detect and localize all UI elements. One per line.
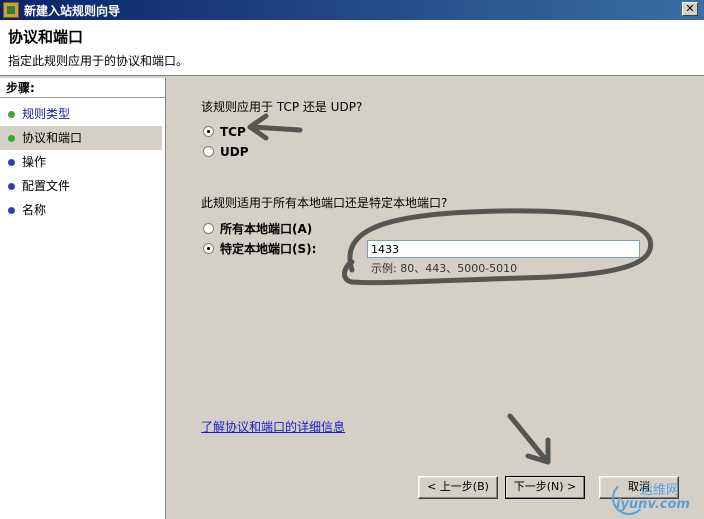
watermark-text-bottom: iyunv.com bbox=[616, 497, 690, 512]
step-current-dot-icon bbox=[8, 135, 15, 142]
sidebar-item-label: 操作 bbox=[22, 155, 47, 169]
specific-ports-radio[interactable] bbox=[203, 243, 214, 254]
sidebar-item-label: 配置文件 bbox=[22, 179, 71, 193]
sidebar-item-label: 协议和端口 bbox=[22, 131, 83, 145]
ports-example-hint: 示例: 80、443、5000-5010 bbox=[371, 262, 518, 275]
sidebar-item-rule-type[interactable]: 规则类型 bbox=[0, 102, 162, 126]
steps-sidebar: 步骤: 规则类型 协议和端口 操作 配置文件 名称 bbox=[0, 78, 166, 519]
udp-radio[interactable] bbox=[203, 146, 214, 157]
ports-question: 此规则适用于所有本地端口还是特定本地端口? bbox=[201, 196, 448, 210]
all-ports-radio-option[interactable]: 所有本地端口(A) bbox=[203, 221, 312, 237]
specific-ports-label: 特定本地端口(S): bbox=[220, 242, 317, 256]
next-arrow-shaft bbox=[507, 413, 549, 463]
page-description: 指定此规则应用于的协议和端口。 bbox=[8, 54, 189, 68]
watermark-logo: 运维网 iyunv.com bbox=[610, 479, 696, 517]
tcp-label: TCP bbox=[220, 125, 246, 139]
tcp-arrow-shaft bbox=[249, 124, 303, 133]
all-ports-label: 所有本地端口(A) bbox=[220, 222, 313, 236]
page-title: 协议和端口 bbox=[8, 28, 84, 46]
close-button[interactable]: ✕ bbox=[682, 2, 698, 16]
window-title: 新建入站规则向导 bbox=[24, 4, 121, 18]
udp-radio-option[interactable]: UDP bbox=[203, 144, 249, 160]
tcp-radio[interactable] bbox=[203, 126, 214, 137]
step-pending-dot-icon bbox=[8, 183, 15, 190]
udp-label: UDP bbox=[220, 145, 249, 159]
step-pending-dot-icon bbox=[8, 159, 15, 166]
next-button[interactable]: 下一步(N) > bbox=[505, 476, 585, 499]
firewall-icon bbox=[3, 2, 19, 18]
all-ports-radio[interactable] bbox=[203, 223, 214, 234]
protocol-question: 该规则应用于 TCP 还是 UDP? bbox=[201, 100, 363, 114]
watermark-text-top: 运维网 bbox=[640, 483, 680, 498]
specific-ports-radio-option[interactable]: 特定本地端口(S): bbox=[203, 241, 316, 257]
step-pending-dot-icon bbox=[8, 207, 15, 214]
back-button[interactable]: < 上一步(B) bbox=[418, 476, 498, 499]
sidebar-item-label: 名称 bbox=[22, 203, 47, 217]
steps-label: 步骤: bbox=[0, 78, 165, 98]
specific-ports-input[interactable] bbox=[367, 240, 640, 258]
next-arrow-head bbox=[525, 437, 551, 465]
title-bar: 新建入站规则向导 ✕ bbox=[0, 0, 704, 20]
sidebar-item-profile: 配置文件 bbox=[0, 174, 162, 198]
sidebar-item-name: 名称 bbox=[0, 198, 162, 222]
sidebar-item-action: 操作 bbox=[0, 150, 162, 174]
step-complete-dot-icon bbox=[8, 111, 15, 118]
wizard-header: 协议和端口 指定此规则应用于的协议和端口。 bbox=[0, 20, 704, 76]
sidebar-item-protocol-ports[interactable]: 协议和端口 bbox=[0, 126, 162, 150]
tcp-radio-option[interactable]: TCP bbox=[203, 124, 246, 140]
sidebar-item-label: 规则类型 bbox=[22, 107, 71, 121]
tcp-arrow-head bbox=[247, 113, 269, 141]
learn-more-link[interactable]: 了解协议和端口的详细信息 bbox=[201, 418, 345, 435]
